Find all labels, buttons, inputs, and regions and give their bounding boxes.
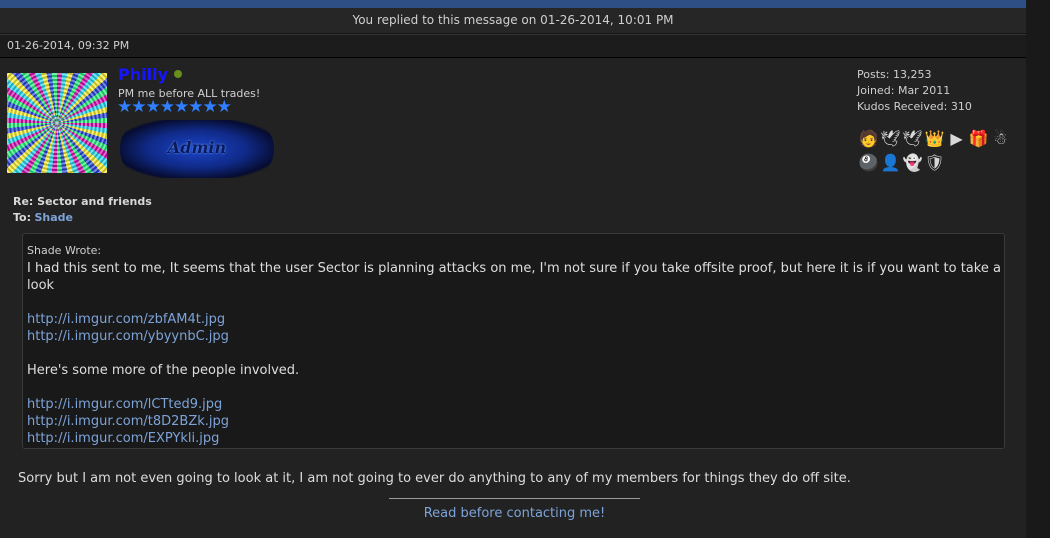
gift-icon[interactable]: 🎁 (968, 128, 989, 149)
snowman-icon[interactable]: ☃ (990, 128, 1011, 149)
kudos-count: Kudos Received: 310 (857, 100, 972, 113)
admin-badge: Admin (120, 120, 274, 178)
username-link[interactable]: Philly (118, 65, 168, 84)
reply-text: Sorry but I am not even going to look at… (18, 471, 851, 486)
image-link[interactable]: http://i.imgur.com/ybyynbC.jpg (27, 328, 1004, 345)
quote-text: Here's some more of the people involved. (27, 363, 300, 378)
rank-stars-icon: ★★★★★★★★ (117, 97, 232, 117)
ghost-icon[interactable]: 👻 (902, 152, 923, 173)
to-label: To: (13, 211, 31, 224)
crown-icon[interactable]: 👑 (924, 128, 945, 149)
image-link[interactable]: http://i.imgur.com/lCTted9.jpg (27, 396, 1004, 413)
shield-icon[interactable]: 🛡 (924, 152, 945, 173)
user-stats: Posts: 13,253 Joined: Mar 2011 Kudos Rec… (857, 67, 972, 115)
admin-badge-label: Admin (167, 138, 227, 157)
joined-date: Joined: Mar 2011 (857, 84, 951, 97)
recipient-link[interactable]: Shade (35, 211, 74, 224)
avatar[interactable] (7, 73, 107, 173)
billiards-icon[interactable]: 🎱 (858, 152, 879, 173)
posts-count: Posts: 13,253 (857, 68, 932, 81)
image-link[interactable]: http://i.imgur.com/EXPYkli.jpg (27, 430, 1004, 447)
chef-icon[interactable]: 🧑 (858, 128, 879, 149)
replied-notice: You replied to this message on 01-26-201… (0, 8, 1026, 34)
post-container: Philly PM me before ALL trades! ★★★★★★★★… (0, 58, 1026, 538)
message-header: Re: Sector and friends To: Shade (13, 194, 152, 226)
signature-link[interactable]: Read before contacting me! (389, 506, 640, 521)
youtube-icon[interactable]: ▶ (946, 128, 967, 149)
quote-author: Shade Wrote: (27, 244, 102, 257)
user-icon[interactable]: 👤 (880, 152, 901, 173)
quote-text: I had this sent to me, It seems that the… (27, 261, 1001, 293)
post-date: 01-26-2014, 09:32 PM (7, 39, 130, 52)
quote-block: Shade Wrote: I had this sent to me, It s… (22, 233, 1005, 449)
awards-list: 🧑 🕊 🕊 👑 ▶ 🎁 ☃🎱 👤 👻 🛡 (858, 128, 1018, 176)
image-link[interactable]: http://i.imgur.com/zbfAM4t.jpg (27, 311, 1004, 328)
post-date-bar: 01-26-2014, 09:32 PM (0, 34, 1026, 58)
signature-divider (389, 498, 640, 499)
online-status-icon (174, 70, 182, 78)
wings-icon[interactable]: 🕊 (880, 128, 901, 149)
top-bar (0, 0, 1026, 8)
scrollbar-track[interactable] (1026, 0, 1050, 538)
image-link[interactable]: http://i.imgur.com/t8D2BZk.jpg (27, 413, 1004, 430)
wings-icon[interactable]: 🕊 (902, 128, 923, 149)
message-subject: Re: Sector and friends (13, 195, 152, 208)
